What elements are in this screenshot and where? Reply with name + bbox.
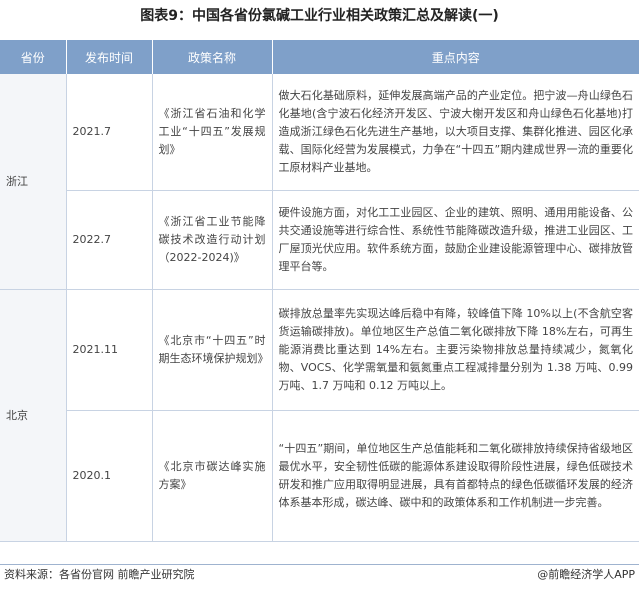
table-row: 北京 2021.11 《北京市“十四五”时期生态环境保护规划》 碳排放总量率先实…: [0, 289, 639, 542]
date-cell: 2022.7: [66, 190, 153, 290]
key-content-cell: 做大石化基础原料，延伸发展高端产品的产业定位。把宁波—舟山绿色石化基地(含宁波石…: [272, 74, 639, 191]
table-header-row: 省份 发布时间 政策名称 重点内容: [0, 40, 639, 74]
table-row: 2022.7 《浙江省工业节能降碳技术改造行动计划（2022-2024)》 硬件…: [0, 190, 639, 290]
key-content-cell: 碳排放总量率先实现达峰后稳中有降，较峰值下降 10%以上(不含航空客货运输碳排放…: [272, 289, 639, 411]
policy-table: 省份 发布时间 政策名称 重点内容 浙江 2021.7 《浙江省石油和化学工业“…: [0, 40, 639, 542]
brand-credit: @前瞻经济学人APP: [537, 568, 635, 581]
policy-name-cell: 《北京市碳达峰实施方案》: [152, 410, 273, 542]
key-content-cell: 硬件设施方面，对化工工业园区、企业的建筑、照明、通用用能设备、公共交通设施等进行…: [272, 190, 639, 290]
province-cell: 北京: [0, 289, 67, 542]
date-cell: 2021.7: [66, 74, 153, 191]
policy-name-cell: 《浙江省工业节能降碳技术改造行动计划（2022-2024)》: [152, 190, 273, 290]
table-row: 2020.1 《北京市碳达峰实施方案》 “十四五”期间，单位地区生产总值能耗和二…: [0, 410, 639, 542]
header-date: 发布时间: [66, 40, 153, 74]
policy-name-cell: 《浙江省石油和化学工业“十四五”发展规划》: [152, 74, 273, 191]
chart-title: 图表9：中国各省份氯碱工业行业相关政策汇总及解读(一): [140, 8, 499, 24]
header-key-content: 重点内容: [272, 40, 639, 74]
province-cell: 浙江: [0, 74, 67, 290]
date-cell: 2020.1: [66, 410, 153, 542]
key-content-cell: “十四五”期间，单位地区生产总值能耗和二氧化碳排放持续保持省级地区最优水平，安全…: [272, 410, 639, 542]
footer: 资料来源：各省份官网 前瞻产业研究院 @前瞻经济学人APP: [0, 564, 639, 585]
header-policy-name: 政策名称: [152, 40, 273, 74]
header-province: 省份: [0, 40, 67, 74]
table-row: 浙江 2021.7 《浙江省石油和化学工业“十四五”发展规划》 做大石化基础原料…: [0, 74, 639, 290]
policy-name-cell: 《北京市“十四五”时期生态环境保护规划》: [152, 289, 273, 411]
date-cell: 2021.11: [66, 289, 153, 411]
source-note: 资料来源：各省份官网 前瞻产业研究院: [4, 568, 195, 581]
